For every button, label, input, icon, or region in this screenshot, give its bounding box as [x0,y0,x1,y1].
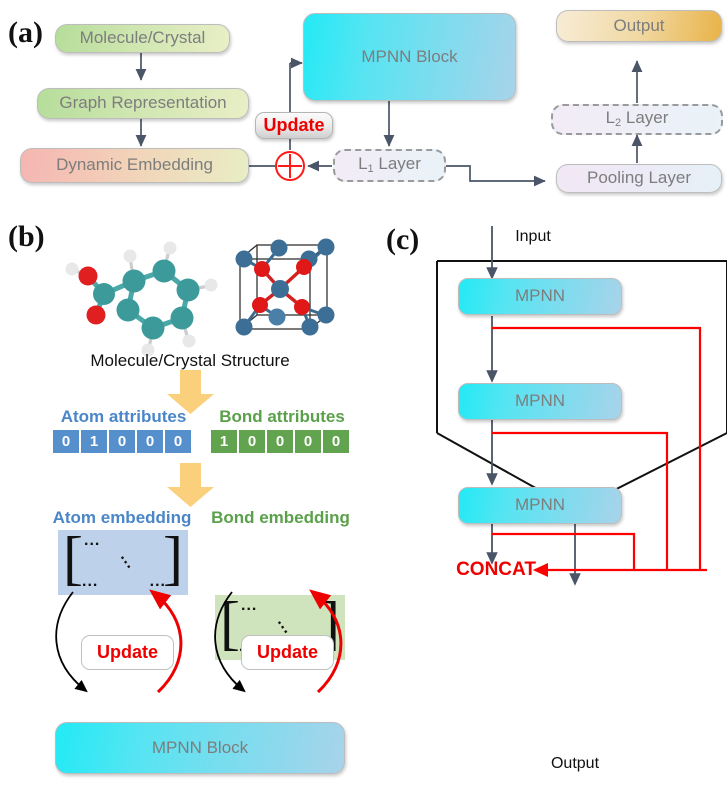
node-mpnn-c-1-label: MPNN [514,286,566,306]
node-graph-representation[interactable]: Graph Representation [37,88,249,119]
panel-c-input-label: Input [515,228,551,245]
node-update-bond[interactable]: Update [241,635,334,670]
panel-c-connectors [436,226,727,586]
node-dynamic-embedding[interactable]: Dynamic Embedding [20,148,249,183]
bond-attributes-row: 1 0 0 0 0 [210,429,350,454]
node-pooling-layer-label: Pooling Layer [587,168,691,188]
node-mpnn-block-b-label: MPNN Block [151,737,249,757]
bond-attr-cell: 0 [322,429,350,454]
atom-attr-cell: 0 [108,429,136,454]
structure-caption: Molecule/Crystal Structure [90,351,290,370]
node-update-bond-label: Update [256,641,318,662]
matrix-dots: ... [149,573,166,590]
atom-attributes-row: 0 1 0 0 0 [52,429,192,454]
node-l1-layer[interactable]: L1 Layer [333,149,446,182]
node-mpnn-block-a[interactable]: MPNN Block [303,13,516,101]
node-mpnn-c-3[interactable]: MPNN [458,487,622,524]
atom-attr-cell: 1 [80,429,108,454]
bond-attr-cell: 0 [238,429,266,454]
matrix-dots: ... [82,573,99,590]
atom-attr-cell: 0 [52,429,80,454]
node-mpnn-c-2[interactable]: MPNN [458,383,622,420]
node-dynamic-embedding-label: Dynamic Embedding [56,155,213,175]
panel-b-letter: (b) [8,220,45,253]
node-molecule-crystal[interactable]: Molecule/Crystal [55,24,230,53]
atom-attr-cell: 0 [164,429,192,454]
bond-attr-cell: 1 [210,429,238,454]
node-mpnn-block-a-label: MPNN Block [361,46,458,66]
matrix-dots: ... [84,532,101,549]
node-mpnn-c-3-label: MPNN [514,495,566,515]
bracket-right-icon: ] [163,525,183,591]
arrow-bond-to-mpnn [214,591,246,693]
node-pooling-layer[interactable]: Pooling Layer [556,164,722,193]
node-l1-layer-label: L1 Layer [358,154,421,176]
node-update-atom-label: Update [96,641,158,662]
panel-c-output-label: Output [550,755,600,772]
atom-embedding-matrix: [ ] ... ... ... ... [58,525,188,595]
node-graph-representation-label: Graph Representation [59,93,227,113]
atom-attr-cell: 0 [136,429,164,454]
molecule-illustration [65,241,218,357]
plus-circle-icon [275,151,305,181]
bracket-left-icon: [ [63,525,83,591]
node-mpnn-block-b[interactable]: MPNN Block [55,722,345,774]
node-output-a-label: Output [613,15,665,35]
atom-attributes-title: Atom attributes [60,407,187,426]
node-molecule-crystal-label: Molecule/Crystal [79,28,206,48]
arrow-l1-to-pooling [446,165,546,187]
node-l2-layer-label: L2 Layer [605,108,669,130]
bond-attributes-title: Bond attributes [219,407,345,426]
node-mpnn-c-2-label: MPNN [514,391,566,411]
bond-embedding-title: Bond embedding [211,508,350,527]
node-mpnn-c-1[interactable]: MPNN [458,278,622,315]
node-concat[interactable]: CONCAT [428,559,564,581]
bond-attr-cell: 0 [294,429,322,454]
bond-attr-cell: 0 [266,429,294,454]
node-l2-layer[interactable]: L2 Layer [551,104,723,135]
node-update-a[interactable]: Update [255,112,333,139]
node-output-a[interactable]: Output [556,10,722,42]
node-update-atom[interactable]: Update [81,635,174,670]
node-update-a-label: Update [263,114,325,135]
figure-canvas: (a) Molecule/Crystal Graph Representatio… [0,0,727,784]
matrix-dots-diagonal: ... [116,549,141,573]
orange-arrow-2-icon [167,463,214,507]
crystal-illustration [235,238,335,336]
